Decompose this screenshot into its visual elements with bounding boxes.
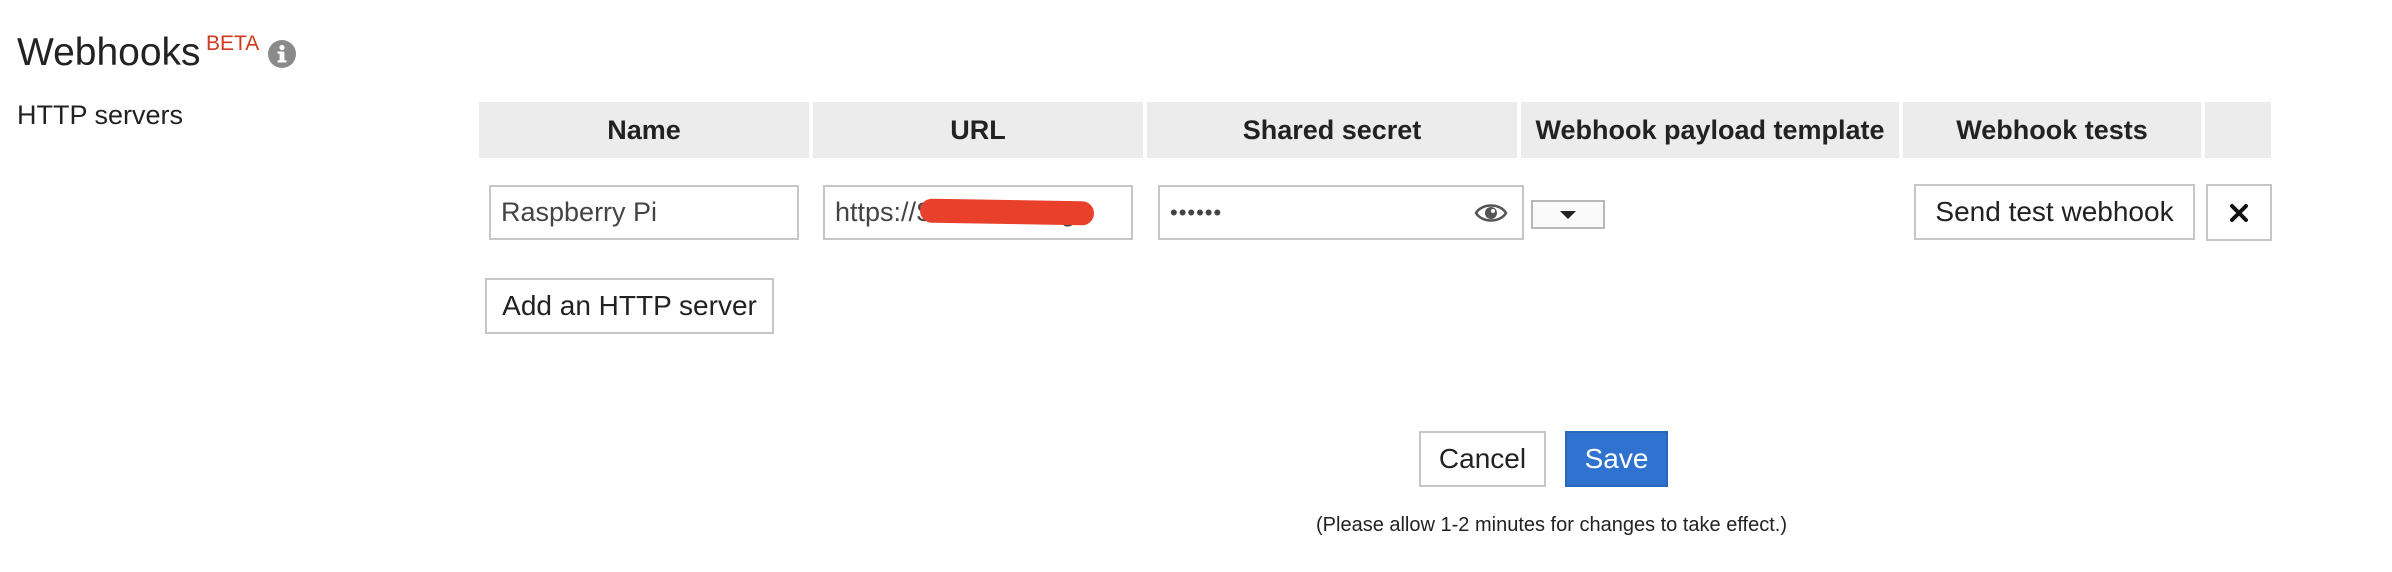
column-header-webhook-tests: Webhook tests [1903,102,2201,158]
changes-note: (Please allow 1-2 minutes for changes to… [1316,514,1787,536]
column-header-url: URL [813,102,1143,158]
column-header-payload-template: Webhook payload template [1521,102,1899,158]
column-header-actions [2205,102,2271,158]
page-title: Webhooks [17,31,201,74]
chevron-down-icon [1560,210,1576,219]
redaction-mark [919,198,1095,226]
column-header-shared-secret: Shared secret [1147,102,1517,158]
close-icon [2230,203,2248,222]
send-test-webhook-button[interactable]: Send test webhook [1914,184,2195,240]
cancel-button[interactable]: Cancel [1419,431,1546,487]
section-label: HTTP servers [17,100,184,130]
save-button[interactable]: Save [1565,431,1668,487]
remove-server-button[interactable] [2206,184,2272,241]
payload-template-select[interactable] [1531,200,1605,229]
shared-secret-input[interactable]: •••••• [1158,185,1524,240]
beta-badge: BETA [206,32,260,55]
eye-icon[interactable] [1474,200,1508,226]
server-name-input[interactable]: Raspberry Pi [489,185,799,240]
info-icon[interactable] [268,40,296,68]
add-http-server-button[interactable]: Add an HTTP server [485,278,774,334]
column-header-name: Name [479,102,809,158]
